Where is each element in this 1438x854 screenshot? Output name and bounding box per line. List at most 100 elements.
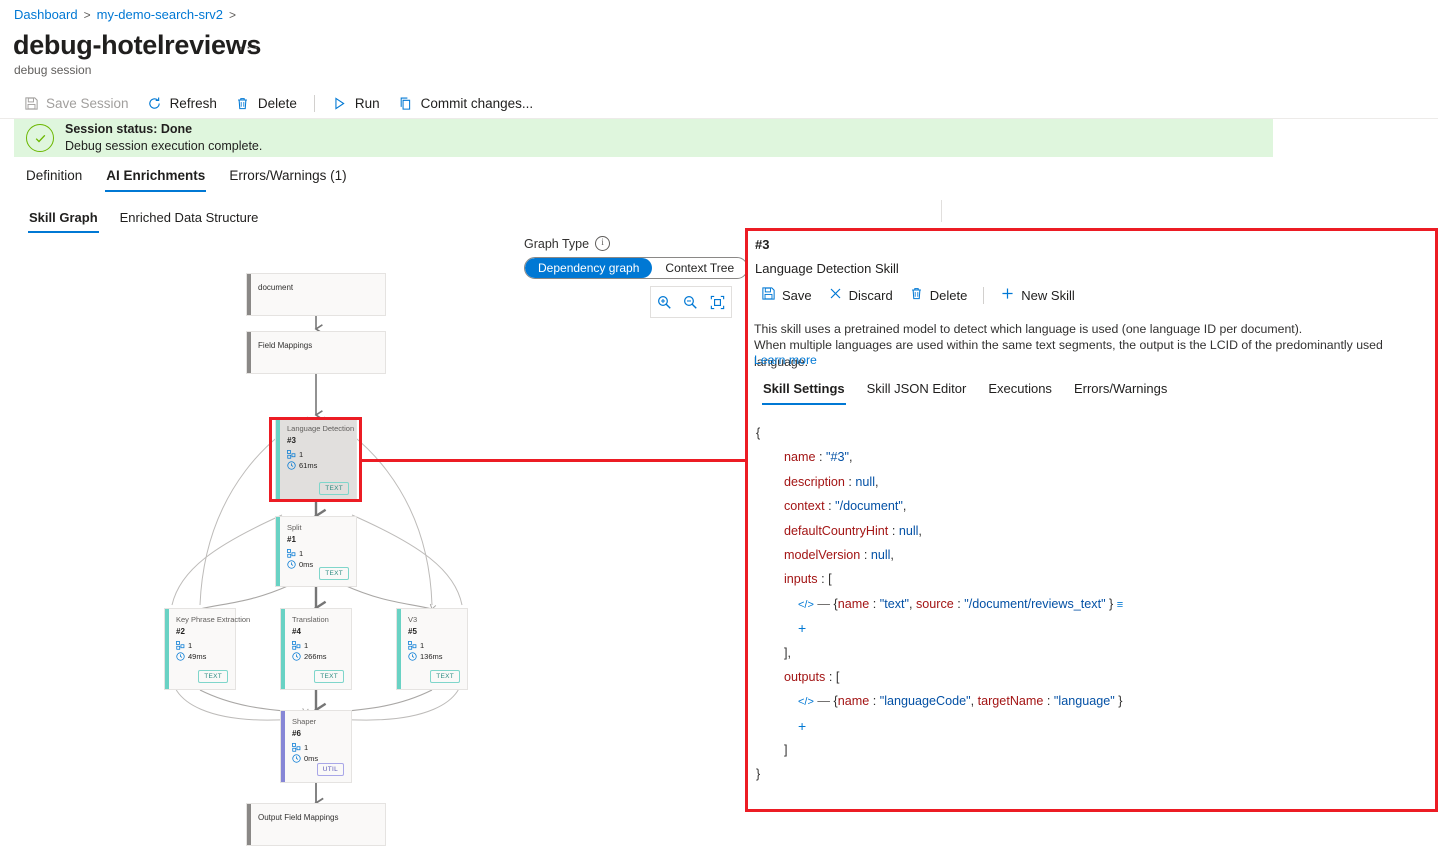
node-executions-count: 1 — [420, 641, 425, 650]
node-duration: 0ms — [299, 560, 314, 569]
node-executions-count: 1 — [304, 743, 309, 752]
node-accent-bar — [247, 274, 251, 315]
node-title: Field Mappings — [258, 341, 313, 350]
page-subtitle: debug session — [14, 63, 92, 77]
node-executions-count: 1 — [304, 641, 309, 650]
node-duration-stat: 49ms — [176, 652, 206, 661]
panel-discard-button[interactable]: Discard — [820, 283, 901, 307]
play-icon — [332, 95, 348, 111]
skill-description-line-1: This skill uses a pretrained model to de… — [754, 322, 1303, 336]
add-input-icon[interactable]: + — [798, 620, 806, 636]
refresh-label: Refresh — [169, 95, 217, 111]
graph-node-output-field-mappings[interactable]: Output Field Mappings — [246, 803, 386, 846]
delete-button[interactable]: Delete — [226, 92, 306, 114]
node-category-badge: UTIL — [316, 763, 344, 776]
code-expand-icon[interactable]: </> — [798, 696, 814, 708]
json-line-name: name : "#3", — [784, 450, 853, 465]
clock-icon — [408, 652, 417, 661]
clock-icon — [176, 652, 185, 661]
panel-save-button[interactable]: Save — [753, 283, 820, 307]
graph-node-key-phrase-extraction[interactable]: Key Phrase Extraction #2 1 49ms TEXT — [164, 608, 250, 690]
json-line-inputs-close: ], — [784, 645, 791, 660]
node-executions-count: 1 — [188, 641, 193, 650]
json-line-modelversion: modelVersion : null, — [784, 547, 894, 562]
command-separator — [313, 94, 315, 112]
tab-skill-settings[interactable]: Skill Settings — [752, 376, 856, 405]
panel-save-label: Save — [782, 287, 812, 303]
panel-new-skill-label: New Skill — [1021, 287, 1075, 303]
more-options-button[interactable]: ··· — [238, 38, 261, 55]
code-expand-icon[interactable]: </> — [798, 599, 814, 611]
learn-more-link[interactable]: Learn more — [754, 353, 817, 367]
node-number: #2 — [176, 627, 185, 636]
node-duration: 49ms — [188, 652, 207, 661]
graph-node-document[interactable]: document — [246, 273, 386, 316]
panel-delete-button[interactable]: Delete — [901, 283, 976, 307]
tab-definition[interactable]: Definition — [14, 162, 94, 192]
node-executions-stat: 1 — [176, 641, 192, 650]
refresh-button[interactable]: Refresh — [138, 92, 226, 114]
branch-icon — [292, 743, 301, 752]
node-duration: 0ms — [304, 754, 319, 763]
vertical-divider — [941, 200, 942, 222]
collapse-dash-icon[interactable]: — — [817, 597, 830, 611]
node-title: Split — [287, 523, 302, 532]
highlight-connector-line — [362, 459, 745, 462]
add-output-icon[interactable]: + — [798, 718, 806, 734]
panel-new-skill-button[interactable]: New Skill — [992, 283, 1082, 307]
graph-node-translation[interactable]: Translation #4 1 266ms TEXT — [280, 608, 352, 690]
breadcrumb-item-service[interactable]: my-demo-search-srv2 — [97, 7, 223, 22]
node-number: #4 — [292, 627, 301, 636]
node-accent-bar — [247, 332, 251, 373]
graph-node-split[interactable]: Split #1 1 0ms TEXT — [275, 516, 357, 587]
delete-label: Delete — [257, 95, 297, 111]
branch-icon — [176, 641, 185, 650]
copy-icon — [398, 95, 414, 111]
node-accent-bar — [165, 609, 169, 689]
json-line-close-brace: } — [756, 767, 761, 782]
tab-skill-json-editor[interactable]: Skill JSON Editor — [856, 376, 978, 405]
node-executions-stat: 1 — [292, 641, 308, 650]
highlight-rectangle-language-detection — [269, 417, 362, 502]
run-button[interactable]: Run — [323, 92, 389, 114]
node-executions-stat: 1 — [292, 743, 308, 752]
panel-command-separator — [983, 286, 985, 304]
tab-ai-enrichments[interactable]: AI Enrichments — [94, 162, 217, 192]
graph-node-field-mappings[interactable]: Field Mappings — [246, 331, 386, 374]
save-icon — [23, 95, 39, 111]
save-session-button[interactable]: Save Session — [14, 92, 138, 114]
collapse-dash-icon[interactable]: — — [817, 694, 830, 708]
panel-tabs: Skill Settings Skill JSON Editor Executi… — [752, 376, 1178, 405]
graph-node-v3[interactable]: V3 #5 1 136ms TEXT — [396, 608, 468, 690]
branch-icon — [408, 641, 417, 650]
node-duration-stat: 266ms — [292, 652, 327, 661]
clock-icon — [292, 652, 301, 661]
node-number: #6 — [292, 729, 301, 738]
json-line-outputs-close: ] — [784, 743, 788, 758]
list-options-icon[interactable]: ≡ — [1117, 599, 1123, 611]
json-line-context: context : "/document", — [784, 499, 907, 514]
check-circle-icon — [26, 124, 54, 152]
graph-node-shaper[interactable]: Shaper #6 1 0ms UTIL — [280, 710, 352, 783]
json-line-defaultcountryhint: defaultCountryHint : null, — [784, 523, 922, 538]
node-title: V3 — [408, 615, 418, 624]
save-session-label: Save Session — [46, 95, 129, 111]
json-line-outputs-open: outputs : [ — [784, 669, 840, 684]
node-title: document — [258, 283, 294, 292]
breadcrumb-item-dashboard[interactable]: Dashboard — [14, 7, 78, 22]
status-title: Session status: Done — [65, 121, 193, 136]
panel-command-bar: Save Discard Delete New Skill — [753, 283, 1083, 307]
node-executions-stat: 1 — [287, 549, 303, 558]
commit-changes-button[interactable]: Commit changes... — [389, 92, 543, 114]
tab-errors-warnings[interactable]: Errors/Warnings (1) — [217, 162, 358, 192]
branch-icon — [287, 549, 296, 558]
skill-json-body[interactable]: { name : "#3", description : null, conte… — [756, 421, 1429, 803]
graph-edges — [170, 316, 464, 809]
tab-panel-errors-warnings[interactable]: Errors/Warnings — [1063, 376, 1178, 405]
node-accent-bar — [247, 804, 251, 845]
node-duration: 266ms — [304, 652, 327, 661]
main-tabs: Definition AI Enrichments Errors/Warning… — [14, 162, 359, 192]
json-line-outputs-add: + — [756, 714, 1429, 738]
tab-executions[interactable]: Executions — [977, 376, 1063, 405]
skill-graph-canvas[interactable]: document Field Mappings Language Detecti… — [0, 225, 745, 854]
